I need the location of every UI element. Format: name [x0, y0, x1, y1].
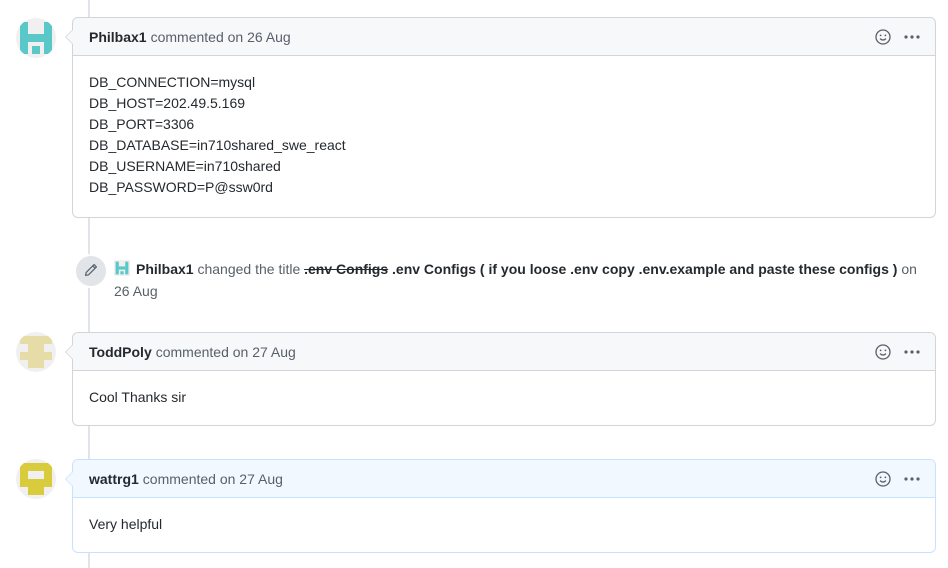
pencil-icon	[84, 263, 98, 280]
event-action: changed the title	[197, 261, 301, 277]
comment-body: Cool Thanks sir	[89, 389, 187, 405]
avatar-toddpoly[interactable]	[16, 332, 56, 372]
identicon-toddpoly	[16, 332, 56, 372]
comment-line: DB_DATABASE=in710shared_swe_react	[89, 137, 346, 153]
comment-actions	[875, 18, 921, 56]
event-actor[interactable]: Philbax1	[136, 261, 194, 277]
identicon-philbax1	[16, 18, 56, 58]
comment-author[interactable]: Philbax1	[89, 29, 147, 45]
comment-actions	[875, 460, 921, 498]
comment-actions	[875, 333, 921, 371]
comment-line: DB_PASSWORD=P@ssw0rd	[89, 179, 273, 195]
kebab-horizontal-icon[interactable]	[903, 344, 921, 360]
comment-author[interactable]: wattrg1	[89, 471, 139, 487]
comment-line: DB_CONNECTION=mysql	[89, 74, 256, 90]
comment-body: DB_CONNECTION=mysql DB_HOST=202.49.5.169…	[73, 56, 935, 214]
comment-philbax1: Philbax1 commented on 26 Aug DB_CONNECTI…	[65, 17, 936, 218]
comment-header: wattrg1 commented on 27 Aug	[65, 460, 935, 498]
event-old-title: .env Configs	[304, 261, 389, 277]
comment-author[interactable]: ToddPoly	[89, 344, 152, 360]
comment-line: DB_USERNAME=in710shared	[89, 158, 281, 174]
comment-line: DB_PORT=3306	[89, 116, 195, 132]
kebab-horizontal-icon[interactable]	[903, 29, 921, 45]
comment-toddpoly: ToddPoly commented on 27 Aug Cool Thanks…	[65, 332, 936, 426]
smiley-icon[interactable]	[875, 344, 891, 360]
mini-avatar-philbax1[interactable]	[114, 260, 130, 276]
kebab-horizontal-icon[interactable]	[903, 471, 921, 487]
issue-timeline: Philbax1 commented on 26 Aug DB_CONNECTI…	[0, 0, 948, 568]
comment-body: Very helpful	[89, 516, 163, 532]
comment-header: Philbax1 commented on 26 Aug	[65, 18, 935, 56]
comment-meta[interactable]: commented on 27 Aug	[156, 344, 296, 360]
comment-meta[interactable]: commented on 26 Aug	[151, 29, 291, 45]
avatar-philbax1[interactable]	[16, 18, 56, 58]
comment-line: DB_HOST=202.49.5.169	[89, 95, 246, 111]
comment-meta[interactable]: commented on 27 Aug	[143, 471, 283, 487]
comment-wattrg1: wattrg1 commented on 27 Aug Very helpful	[65, 459, 936, 553]
identicon-wattrg1	[16, 459, 56, 499]
smiley-icon[interactable]	[875, 29, 891, 45]
smiley-icon[interactable]	[875, 471, 891, 487]
event-badge	[74, 254, 108, 288]
avatar-wattrg1[interactable]	[16, 459, 56, 499]
comment-header: ToddPoly commented on 27 Aug	[65, 333, 935, 371]
event-text: Philbax1 changed the title .env Configs …	[114, 258, 934, 302]
event-new-title: .env Configs ( if you loose .env copy .e…	[392, 261, 898, 277]
